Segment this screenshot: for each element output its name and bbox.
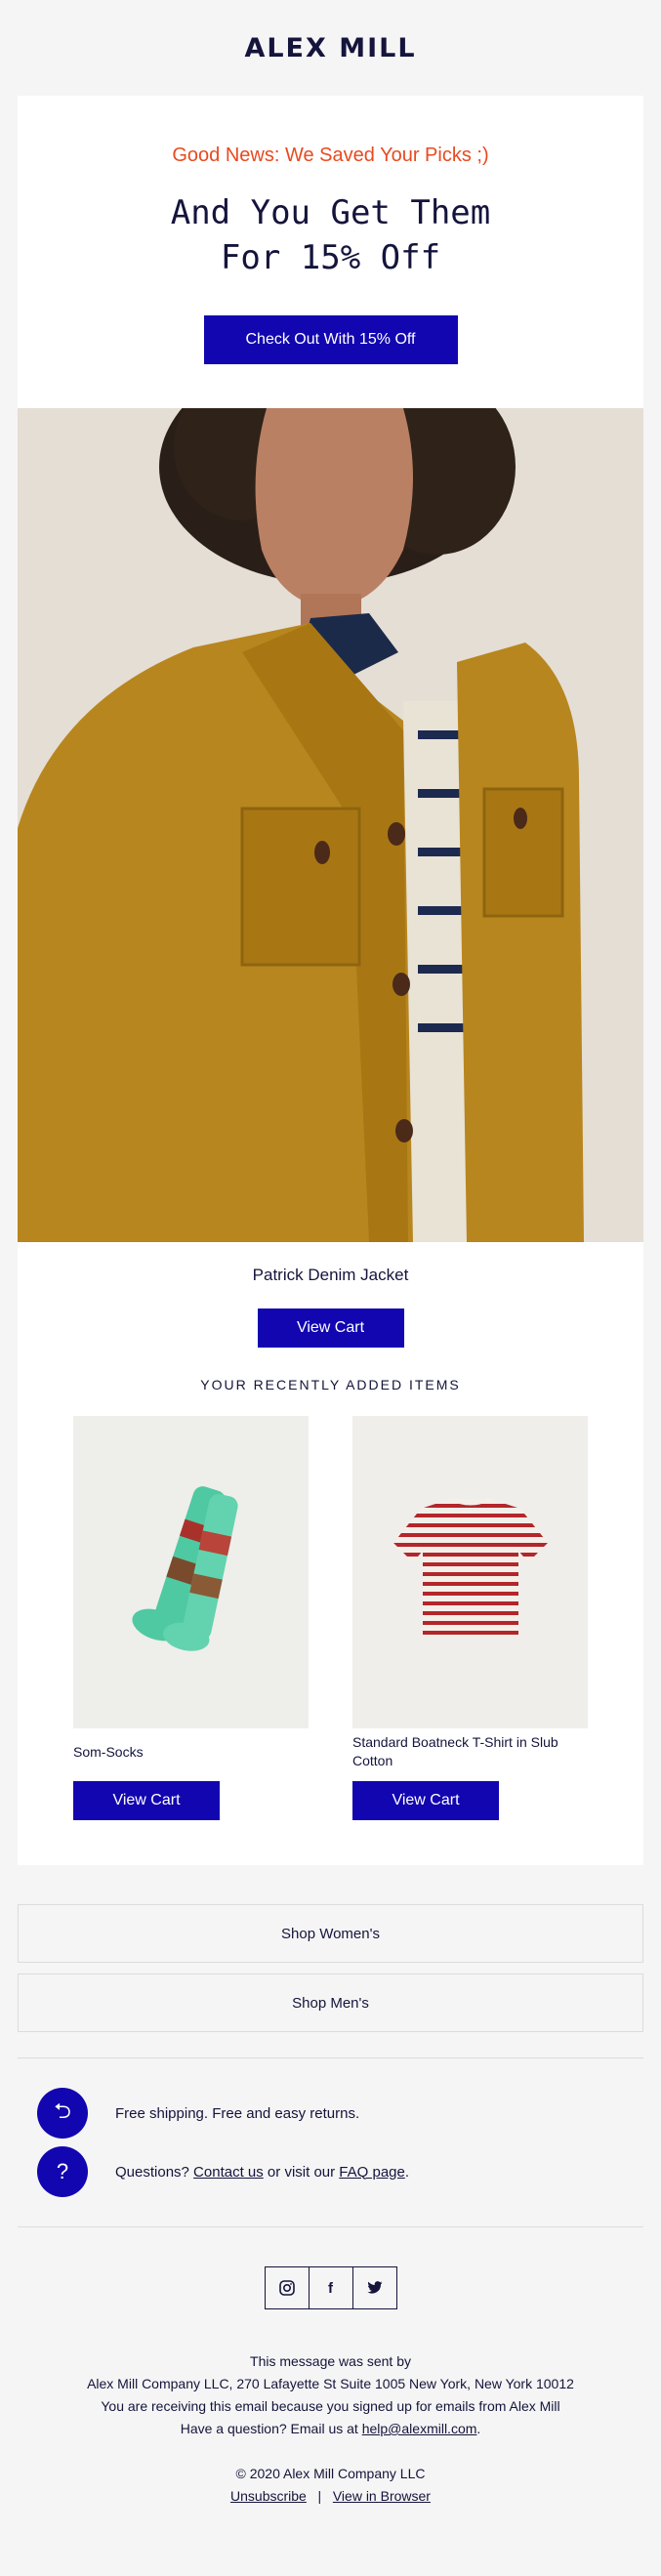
shipping-benefit: ⮌ Free shipping. Free and easy returns.: [37, 2088, 661, 2139]
email-page: ALEX MILL Good News: We Saved Your Picks…: [0, 0, 661, 2508]
recent-items-grid: Som-Socks View Cart Standard Boatneck T-…: [18, 1392, 643, 1820]
footer-sent-by: This message was sent by: [250, 2353, 411, 2369]
footer-help: Have a question? Email us at help@alexmi…: [180, 2421, 481, 2436]
social-links: f: [0, 2266, 661, 2309]
faq-link[interactable]: FAQ page: [339, 2164, 405, 2181]
brand-logo-text: ALEX MILL: [244, 32, 417, 63]
jacket-model-illustration: [18, 408, 643, 1242]
footer-links: Unsubscribe | View in Browser: [0, 2485, 661, 2508]
footer-address: Alex Mill Company LLC, 270 Lafayette St …: [87, 2376, 574, 2391]
striped-tshirt-illustration: [352, 1416, 588, 1728]
promo-title-line1: And You Get Them: [170, 193, 491, 232]
shop-men-button[interactable]: Shop Men's: [18, 1974, 643, 2032]
socks-image[interactable]: [73, 1416, 309, 1728]
main-card: Good News: We Saved Your Picks ;) And Yo…: [18, 96, 643, 1865]
footer-separator: |: [317, 2488, 322, 2504]
contact-us-link[interactable]: Contact us: [193, 2164, 264, 2181]
questions-benefit: ? Questions? Contact us or visit our FAQ…: [37, 2146, 661, 2197]
checkout-discount-button[interactable]: Check Out With 15% Off: [203, 315, 458, 364]
featured-product-image[interactable]: [18, 408, 643, 1242]
recent-item-name: Standard Boatneck T-Shirt in Slub Cotton: [352, 1734, 558, 1768]
view-cart-button[interactable]: View Cart: [352, 1781, 499, 1820]
facebook-icon[interactable]: f: [310, 2267, 353, 2308]
instagram-icon[interactable]: [266, 2267, 310, 2308]
shipping-text: Free shipping. Free and easy returns.: [115, 2104, 360, 2122]
tshirt-image[interactable]: [352, 1416, 588, 1728]
recent-item: Standard Boatneck T-Shirt in Slub Cotton…: [352, 1416, 588, 1820]
twitter-icon[interactable]: [353, 2267, 396, 2308]
promo-title: And You Get Them For 15% Off: [18, 190, 643, 280]
promo-title-line2: For 15% Off: [220, 238, 441, 277]
recent-items-heading: YOUR RECENTLY ADDED ITEMS: [200, 1377, 461, 1392]
brand-logo[interactable]: ALEX MILL: [0, 0, 661, 96]
promo-subtitle: Good News: We Saved Your Picks ;): [172, 145, 489, 166]
unsubscribe-link[interactable]: Unsubscribe: [230, 2488, 307, 2504]
socks-illustration: [73, 1416, 309, 1728]
footer-copyright: © 2020 Alex Mill Company LLC: [235, 2466, 426, 2481]
recent-item: Som-Socks View Cart: [73, 1416, 309, 1820]
footer: This message was sent by Alex Mill Compa…: [0, 2350, 661, 2508]
view-cart-button[interactable]: View Cart: [257, 1309, 404, 1348]
help-email-link[interactable]: help@alexmill.com: [362, 2421, 477, 2436]
view-in-browser-link[interactable]: View in Browser: [333, 2488, 431, 2504]
featured-product-name: Patrick Denim Jacket: [252, 1266, 409, 1284]
view-cart-button[interactable]: View Cart: [73, 1781, 220, 1820]
hero-section: Good News: We Saved Your Picks ;) And Yo…: [18, 96, 643, 408]
shop-women-button[interactable]: Shop Women's: [18, 1904, 643, 1963]
questions-text: Questions? Contact us or visit our FAQ p…: [115, 2163, 410, 2181]
return-arrow-icon: ⮌: [37, 2088, 88, 2139]
recent-item-name: Som-Socks: [73, 1743, 144, 1760]
footer-reason: You are receiving this email because you…: [101, 2398, 560, 2414]
question-mark-icon: ?: [37, 2146, 88, 2197]
